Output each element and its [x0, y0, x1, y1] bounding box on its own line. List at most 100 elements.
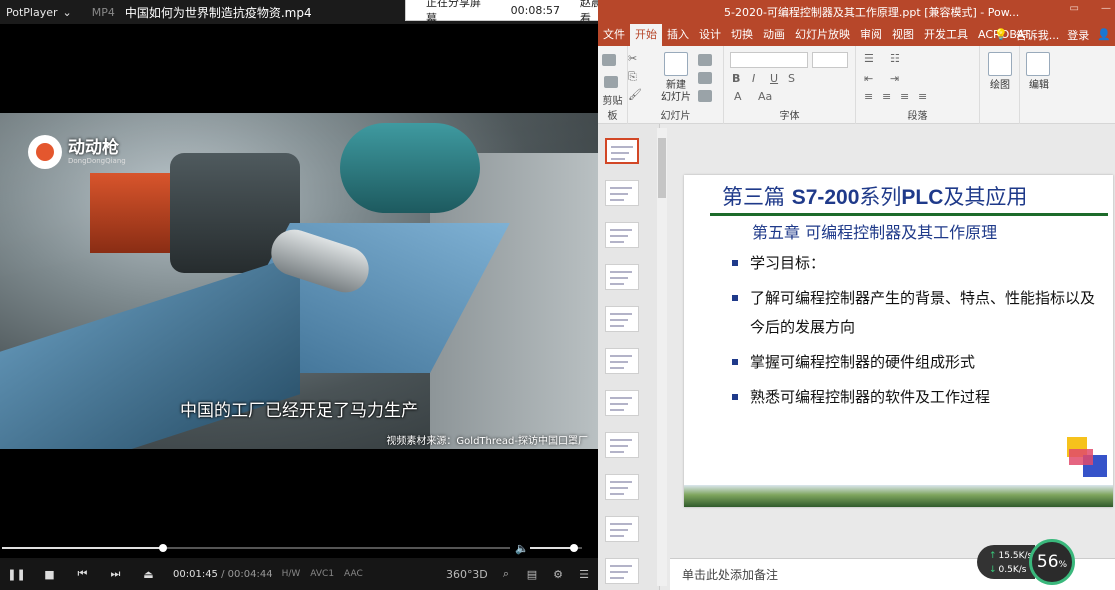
slide-thumbnail[interactable]: [605, 474, 639, 500]
thumbnail-line: [610, 397, 632, 399]
indent-icon[interactable]: ⇤: [864, 72, 873, 85]
minimize-icon[interactable]: —: [1101, 3, 1111, 14]
current-slide[interactable]: 第三篇 S7-200系列PLC及其应用 第五章 可编程控制器及其工作原理 学习目…: [684, 175, 1113, 507]
slide-thumbnail[interactable]: [605, 306, 639, 332]
volume-icon[interactable]: 🔈: [515, 542, 529, 555]
tab-0[interactable]: 文件: [598, 24, 630, 46]
menu-icon[interactable]: ☰: [576, 568, 592, 581]
slide-thumbnail[interactable]: [605, 264, 639, 290]
shadow-icon[interactable]: S: [788, 72, 795, 85]
settings-icon[interactable]: ⚙: [550, 568, 566, 581]
bullet-list[interactable]: 学习目标： 了解可编程控制器产生的背景、特点、性能指标以及今后的发展方向 掌握可…: [732, 249, 1107, 418]
ribbon-display-icon[interactable]: ▭: [1070, 3, 1079, 14]
video-frame[interactable]: 动动枪 DongDongQiang 中国的工厂已经开足了马力生产 视频素材来源：…: [0, 113, 598, 449]
reset-icon[interactable]: [698, 72, 712, 84]
previous-button[interactable]: ⏮: [66, 558, 99, 590]
brand-watermark: 动动枪 DongDongQiang: [28, 135, 126, 169]
align-center-icon[interactable]: ≡: [882, 90, 891, 103]
brush-icon[interactable]: 🖌: [628, 88, 642, 101]
volume-slider[interactable]: [530, 544, 582, 552]
new-slide-icon[interactable]: [664, 52, 688, 76]
slide-thumbnail[interactable]: [605, 558, 639, 584]
video-scene-red-box: [90, 173, 180, 253]
format-painter-icon[interactable]: [604, 76, 618, 88]
slide-thumbnail[interactable]: [605, 138, 639, 164]
italic-icon[interactable]: I: [752, 72, 755, 85]
tab-6[interactable]: 幻灯片放映: [790, 24, 855, 46]
slide-thumbnails-panel[interactable]: [598, 124, 660, 590]
find-icon[interactable]: [1026, 52, 1050, 76]
slide-thumbnail[interactable]: [605, 348, 639, 374]
seek-track[interactable]: [2, 544, 510, 552]
tab-2[interactable]: 插入: [662, 24, 694, 46]
slide-title[interactable]: 第三篇 S7-200系列PLC及其应用: [722, 181, 1027, 211]
tab-7[interactable]: 审阅: [855, 24, 887, 46]
slide-thumbnail[interactable]: [605, 432, 639, 458]
thumbnail-line: [610, 439, 632, 441]
stop-button[interactable]: ■: [33, 558, 66, 590]
justify-icon[interactable]: ≡: [918, 90, 927, 103]
slide-subtitle[interactable]: 第五章 可编程控制器及其工作原理: [752, 219, 997, 243]
tab-4[interactable]: 切换: [726, 24, 758, 46]
next-button[interactable]: ⏭: [99, 558, 132, 590]
network-monitor-widget[interactable]: 15.5K/s 0.5K/s 56%: [977, 539, 1075, 585]
eject-button[interactable]: ⏏: [132, 558, 165, 590]
thumbnail-line: [610, 565, 632, 567]
thumbnails-scrollbar[interactable]: [657, 128, 667, 586]
change-case-icon[interactable]: Aa: [758, 90, 772, 103]
tag-hw[interactable]: H/W: [281, 568, 302, 580]
tab-1[interactable]: 开始: [630, 24, 662, 46]
section-icon[interactable]: [698, 90, 712, 102]
numbering-icon[interactable]: ☷: [890, 52, 900, 65]
tag-video-codec[interactable]: AVC1: [309, 568, 335, 580]
align-left-icon[interactable]: ≡: [864, 90, 873, 103]
usage-percent-unit: %: [1058, 559, 1068, 570]
thumbnail-line: [611, 152, 629, 154]
bold-icon[interactable]: B: [732, 72, 740, 85]
slide-thumbnail[interactable]: [605, 516, 639, 542]
scroll-thumb[interactable]: [658, 138, 666, 198]
slide-thumbnail[interactable]: [605, 180, 639, 206]
new-slide-button[interactable]: 新建 幻灯片: [654, 80, 698, 104]
copy-icon[interactable]: ⎘: [628, 70, 637, 84]
font-name-box[interactable]: [730, 52, 808, 68]
paste-icon[interactable]: [602, 54, 616, 66]
tab-3[interactable]: 设计: [694, 24, 726, 46]
slide-thumbnail[interactable]: [605, 222, 639, 248]
playlist-icon[interactable]: ▤: [524, 568, 540, 581]
potplayer-menu-button[interactable]: PotPlayer ⌄: [0, 6, 78, 19]
edit-button[interactable]: 编辑: [1020, 80, 1058, 92]
cut-icon[interactable]: ✂: [628, 52, 637, 65]
outdent-icon[interactable]: ⇥: [890, 72, 899, 85]
thumbnail-line: [610, 313, 632, 315]
ppt-titlebar[interactable]: 5-2020-可编程控制器及其工作原理.ppt [兼容模式] - Pow... …: [598, 0, 1115, 23]
slide-thumbnail[interactable]: [605, 390, 639, 416]
tab-9[interactable]: 开发工具: [919, 24, 973, 46]
slide-landscape-band: [684, 485, 1113, 507]
pause-button[interactable]: ❚❚: [0, 558, 33, 590]
seek-handle[interactable]: [159, 544, 168, 552]
seek-bar[interactable]: 🔈: [0, 540, 598, 556]
tell-me-search[interactable]: 告诉我...: [1016, 27, 1060, 43]
layout-icon[interactable]: [698, 54, 712, 66]
draw-button[interactable]: 绘图: [980, 80, 1020, 92]
align-right-icon[interactable]: ≡: [900, 90, 909, 103]
bullets-icon[interactable]: ☰: [864, 52, 874, 65]
thumbnail-line: [610, 367, 624, 369]
bullet-item: 学习目标：: [732, 249, 1107, 278]
login-button[interactable]: 登录: [1067, 27, 1089, 43]
vr-360-icon[interactable]: 360°: [446, 568, 473, 581]
thumbnail-line: [611, 146, 633, 148]
shapes-icon[interactable]: [988, 52, 1012, 76]
user-icon[interactable]: 👤: [1097, 28, 1111, 41]
underline-icon[interactable]: U: [770, 72, 778, 85]
volume-handle[interactable]: [570, 544, 579, 552]
tag-audio-codec[interactable]: AAC: [343, 568, 364, 580]
font-size-box[interactable]: [812, 52, 848, 68]
zoom-icon[interactable]: ⌕: [498, 567, 514, 581]
font-color-icon[interactable]: A: [734, 90, 742, 103]
tab-8[interactable]: 视图: [887, 24, 919, 46]
tab-5[interactable]: 动画: [758, 24, 790, 46]
clipboard-tools: ✂ ⎘ 🖌 新建 幻灯片 幻灯片: [628, 46, 724, 124]
3d-icon[interactable]: 3D: [472, 568, 488, 581]
